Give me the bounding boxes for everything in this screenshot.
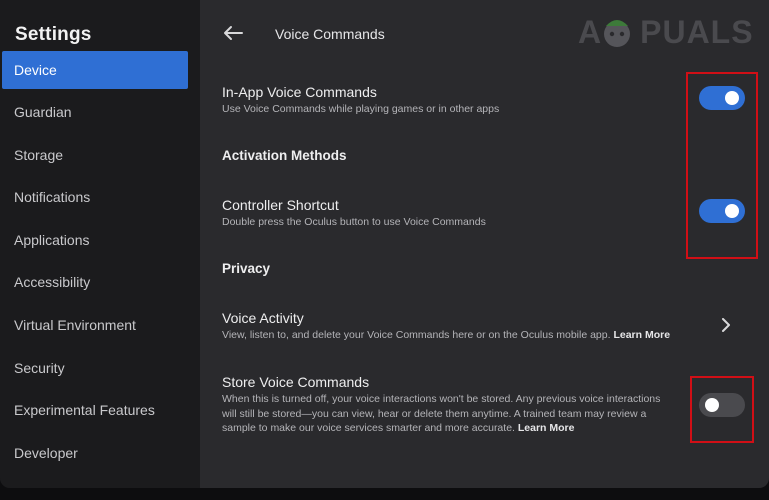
back-button[interactable] [222,22,244,44]
sidebar-item-label: Notifications [14,189,91,205]
store-voice-desc-line: sample to make our voice services smarte… [222,421,692,436]
sidebar-title: Settings [15,24,92,45]
in-app-voice-commands-desc: Use Voice Commands while playing games o… [222,103,500,115]
voice-activity-open-button[interactable] [718,316,734,334]
sidebar-item-accessibility[interactable]: Accessibility [2,263,188,301]
sidebar-item-label: Guardian [14,104,72,120]
sidebar-item-virtual-environment[interactable]: Virtual Environment [2,306,188,344]
chevron-right-icon [722,318,730,332]
appuals-mascot-logo [604,20,630,47]
sidebar-item-label: Experimental Features [14,402,155,418]
store-voice-desc-line: When this is turned off, your voice inte… [222,393,661,405]
controller-shortcut-title: Controller Shortcut [222,197,339,213]
sidebar-item-label: Device [14,62,57,78]
sidebar-item-label: Developer [14,445,78,461]
activation-methods-heading: Activation Methods [222,148,347,163]
privacy-heading: Privacy [222,261,271,276]
sidebar-item-device[interactable]: Device [2,51,188,89]
page-title: Voice Commands [275,26,385,42]
sidebar-item-guardian[interactable]: Guardian [2,93,188,131]
sidebar-item-storage[interactable]: Storage [2,136,188,174]
sidebar-item-label: Security [14,360,65,376]
sidebar-item-label: Applications [14,232,90,248]
in-app-voice-commands-title: In-App Voice Commands [222,84,377,100]
store-voice-learn-more-link[interactable]: Learn More [518,422,575,434]
voice-commands-panel: Voice Commands In-App Voice Commands Use… [200,0,769,488]
sidebar: Settings Device Guardian Storage Notific… [0,0,200,488]
store-voice-commands-desc: When this is turned off, your voice inte… [222,392,692,436]
store-voice-desc-text: sample to make our voice services smarte… [222,422,515,434]
voice-activity-desc-text: View, listen to, and delete your Voice C… [222,329,611,341]
watermark-text: PUALS [640,14,754,50]
annotation-highlight-store-toggle [690,376,754,443]
sidebar-item-label: Accessibility [14,274,91,290]
sidebar-item-label: Virtual Environment [14,317,136,333]
annotation-highlight-toggles [686,72,758,259]
controller-shortcut-desc: Double press the Oculus button to use Vo… [222,216,486,228]
voice-activity-learn-more-link[interactable]: Learn More [613,329,670,341]
arrow-left-icon [224,26,243,40]
store-voice-desc-line: will still be stored—you can view, hear … [222,407,647,420]
store-voice-commands-title: Store Voice Commands [222,374,370,390]
sidebar-item-experimental-features[interactable]: Experimental Features [2,391,188,429]
sidebar-item-label: Storage [14,147,64,163]
voice-activity-desc: View, listen to, and delete your Voice C… [222,328,670,343]
voice-activity-title: Voice Activity [222,310,304,326]
sidebar-item-notifications[interactable]: Notifications [2,178,188,216]
sidebar-item-developer[interactable]: Developer [2,434,188,472]
sidebar-item-security[interactable]: Security [2,349,188,387]
settings-window: Settings Device Guardian Storage Notific… [0,0,769,488]
sidebar-item-applications[interactable]: Applications [2,221,188,259]
